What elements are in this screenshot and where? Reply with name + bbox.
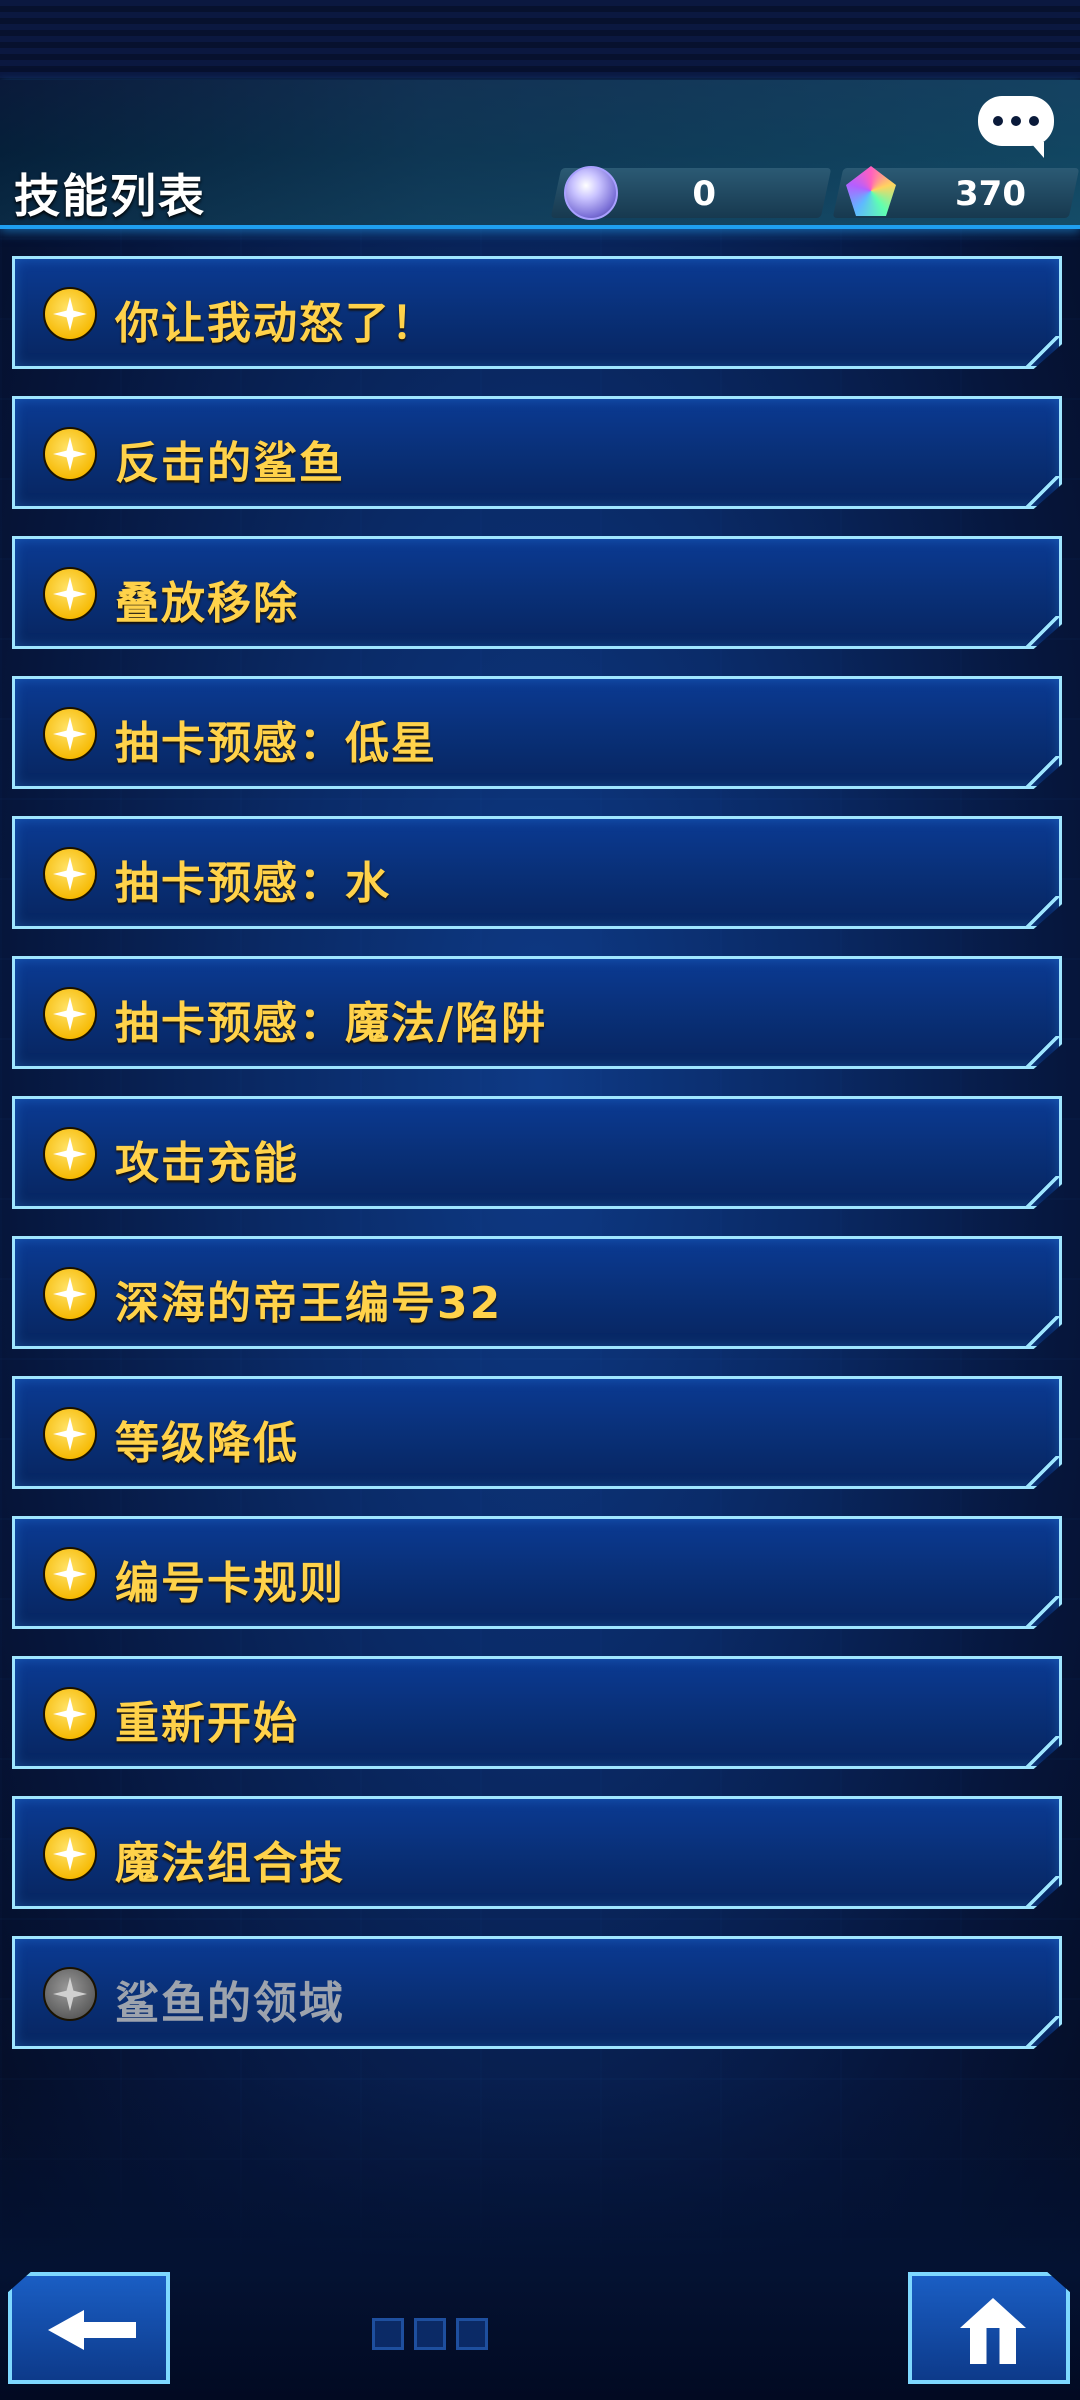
- skill-item[interactable]: 魔法组合技: [12, 1796, 1062, 1909]
- skill-label: 重新开始: [115, 1698, 299, 1749]
- skill-item[interactable]: 深海的帝王编号32: [12, 1236, 1062, 1349]
- star-icon: [43, 567, 97, 621]
- skill-item[interactable]: 抽卡预感：低星: [12, 676, 1062, 789]
- skill-item[interactable]: 反击的鲨鱼: [12, 396, 1062, 509]
- skill-label: 你让我动怒了！: [115, 298, 437, 349]
- orb-icon: [564, 166, 618, 220]
- orb-count: 0: [692, 174, 716, 214]
- home-icon: [960, 2298, 1026, 2364]
- chat-bubble-icon-dot: [1029, 116, 1039, 126]
- skill-label: 叠放移除: [115, 578, 299, 629]
- gem-icon: [846, 166, 896, 216]
- skill-item[interactable]: 等级降低: [12, 1376, 1062, 1489]
- skill-item[interactable]: 抽卡预感：水: [12, 816, 1062, 929]
- skill-label: 抽卡预感：水: [115, 858, 391, 909]
- skill-item[interactable]: 重新开始: [12, 1656, 1062, 1769]
- star-icon: [43, 1407, 97, 1461]
- back-button[interactable]: [8, 2272, 170, 2384]
- skill-item[interactable]: 攻击充能: [12, 1096, 1062, 1209]
- chat-button[interactable]: [978, 96, 1054, 158]
- chat-bubble-icon-dot: [1011, 116, 1021, 126]
- chat-bubble-icon-dot: [993, 116, 1003, 126]
- skill-item[interactable]: 抽卡预感：魔法/陷阱: [12, 956, 1062, 1069]
- star-icon: [43, 1267, 97, 1321]
- star-icon: [43, 847, 97, 901]
- gem-currency: 370: [832, 166, 1080, 218]
- star-icon: [43, 1687, 97, 1741]
- gem-count: 370: [955, 174, 1026, 214]
- status-strip: [0, 0, 1080, 80]
- skill-item[interactable]: 你让我动怒了！: [12, 256, 1062, 369]
- skill-item[interactable]: 叠放移除: [12, 536, 1062, 649]
- star-icon: [43, 1127, 97, 1181]
- star-icon-locked: [43, 1967, 97, 2021]
- skill-list: 你让我动怒了！ 反击的鲨鱼 叠放移除 抽卡预感：低星 抽卡预感：水 抽卡预感：魔…: [12, 256, 1062, 2076]
- skill-label: 抽卡预感：魔法/陷阱: [115, 998, 548, 1049]
- skill-label: 魔法组合技: [115, 1838, 345, 1889]
- skill-label: 抽卡预感：低星: [115, 718, 437, 769]
- skill-item[interactable]: 编号卡规则: [12, 1516, 1062, 1629]
- star-icon: [43, 707, 97, 761]
- skill-label: 编号卡规则: [115, 1558, 345, 1609]
- skill-label: 攻击充能: [115, 1138, 299, 1189]
- star-icon: [43, 1547, 97, 1601]
- star-icon: [43, 427, 97, 481]
- orb-currency: 0: [550, 166, 832, 220]
- skill-label: 等级降低: [115, 1418, 299, 1469]
- skill-label: 鲨鱼的领域: [115, 1978, 345, 2029]
- star-icon: [43, 287, 97, 341]
- skill-label: 深海的帝王编号32: [115, 1278, 503, 1329]
- skill-label: 反击的鲨鱼: [115, 438, 345, 489]
- decorative-squares: [372, 2318, 488, 2350]
- skill-item-locked[interactable]: 鲨鱼的领域: [12, 1936, 1062, 2049]
- star-icon: [43, 1827, 97, 1881]
- star-icon: [43, 987, 97, 1041]
- page-title: 技能列表: [14, 169, 206, 223]
- home-button[interactable]: [908, 2272, 1070, 2384]
- back-arrow-icon: [48, 2310, 138, 2350]
